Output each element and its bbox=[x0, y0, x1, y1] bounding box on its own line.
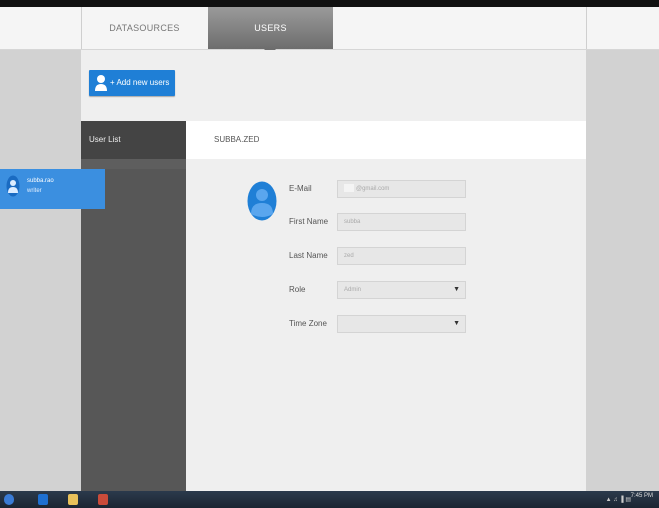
start-button-icon[interactable] bbox=[4, 494, 14, 505]
tab-users[interactable]: USERS bbox=[208, 7, 333, 55]
user-list-title: User List bbox=[81, 121, 186, 159]
add-user-icon bbox=[95, 75, 107, 91]
email-field[interactable]: @gmail.com bbox=[337, 180, 466, 198]
email-label: E-Mail bbox=[289, 184, 312, 193]
media-icon[interactable] bbox=[98, 494, 108, 505]
browser-icon[interactable] bbox=[38, 494, 48, 505]
window-top-strip bbox=[0, 0, 659, 7]
app-header: DATASOURCES USERS bbox=[0, 7, 659, 55]
tab-datasources[interactable]: DATASOURCES bbox=[81, 7, 208, 49]
taskbar-clock[interactable]: 7:45 PM bbox=[631, 493, 653, 499]
first-name-label: First Name bbox=[289, 217, 329, 226]
role-select[interactable]: Admin ▼ bbox=[337, 281, 466, 299]
role-label: Role bbox=[289, 285, 306, 294]
sidebar-separator bbox=[81, 159, 186, 169]
first-name-field[interactable]: subba bbox=[337, 213, 466, 231]
left-margin-panel bbox=[0, 50, 81, 491]
folder-icon[interactable] bbox=[68, 494, 78, 505]
email-masked-part bbox=[344, 184, 354, 193]
chevron-down-icon: ▼ bbox=[453, 320, 460, 327]
tab-users-label: USERS bbox=[254, 23, 287, 33]
email-value: @gmail.com bbox=[356, 186, 390, 192]
system-tray[interactable]: ▲ ♫ ▐ ▤ bbox=[606, 496, 631, 503]
user-item-name: subba.rao bbox=[27, 178, 54, 184]
role-value: Admin bbox=[344, 287, 362, 293]
header-divider bbox=[586, 7, 587, 49]
time-zone-select[interactable]: ▼ bbox=[337, 315, 466, 333]
user-item-role: writer bbox=[27, 188, 42, 194]
last-name-label: Last Name bbox=[289, 251, 328, 260]
os-taskbar: ▲ ♫ ▐ ▤ 7:45 PM bbox=[0, 491, 659, 508]
user-avatar-icon bbox=[6, 175, 20, 197]
add-new-users-button[interactable]: + Add new users bbox=[89, 70, 175, 96]
right-margin-panel bbox=[586, 50, 659, 491]
time-zone-label: Time Zone bbox=[289, 319, 327, 328]
user-list-item[interactable]: subba.rao writer bbox=[0, 169, 105, 209]
last-name-field[interactable]: zed bbox=[337, 247, 466, 265]
user-avatar-icon bbox=[247, 181, 277, 221]
chevron-down-icon: ▼ bbox=[453, 286, 460, 293]
user-detail-title: SUBBA.ZED bbox=[186, 121, 586, 159]
add-new-users-label: + Add new users bbox=[110, 78, 170, 87]
